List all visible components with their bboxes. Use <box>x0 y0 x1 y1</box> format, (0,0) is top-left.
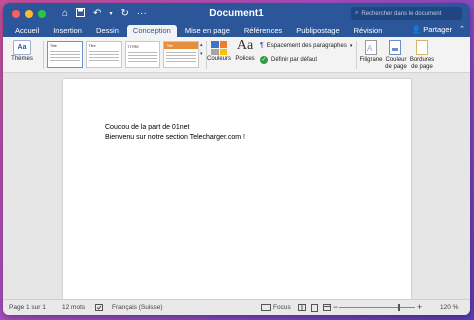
tab-revision[interactable]: Révision <box>348 25 389 37</box>
share-button[interactable]: 👤 Partager <box>412 25 452 34</box>
add-person-icon: 👤 <box>411 25 422 34</box>
fonts-button-label[interactable]: Polices <box>233 56 257 62</box>
save-icon[interactable] <box>76 7 86 20</box>
document-page[interactable]: Coucou de la part de 01net Bienvenu sur … <box>63 79 411 299</box>
style-thumb-title: Titre <box>88 44 96 48</box>
word-window: ⌂ ↶ ▾ ↻ ··· Document1 ⌕ Rechercher dans … <box>3 3 470 315</box>
web-layout-icon[interactable] <box>323 304 331 313</box>
maximize-window-button[interactable] <box>38 9 46 18</box>
page-count[interactable]: Page 1 sur 1 <box>9 304 46 311</box>
tab-dessin[interactable]: Dessin <box>90 25 125 37</box>
document-text-line[interactable]: Bienvenu sur notre section Telecharger.c… <box>105 134 245 141</box>
ribbon-divider <box>356 41 357 69</box>
focus-button[interactable]: Focus <box>273 304 291 311</box>
page-color-label-line1: Couleur <box>385 57 407 63</box>
focus-icon[interactable] <box>261 304 271 313</box>
zoom-out-icon[interactable]: − <box>333 302 338 312</box>
colors-icon[interactable] <box>211 41 227 55</box>
svg-text:A: A <box>367 44 373 53</box>
style-thumb-1[interactable]: Titre <box>47 41 83 68</box>
page-borders-label-line2: de page <box>411 63 433 70</box>
ribbon-panel: Aa Thèmes Titre Titre TITRE Titre ▴ ▾ Co… <box>3 37 470 73</box>
search-input[interactable]: ⌕ Rechercher dans le document <box>351 7 462 20</box>
tab-mise-en-page[interactable]: Mise en page <box>179 25 236 37</box>
minimize-window-button[interactable] <box>25 9 33 18</box>
chevron-down-icon: ▾ <box>349 42 353 49</box>
gallery-scroll-icon[interactable]: ▴ ▾ <box>200 41 203 59</box>
read-mode-icon[interactable] <box>298 304 306 313</box>
style-thumb-3[interactable]: TITRE <box>124 41 161 68</box>
redo-icon[interactable]: ↻ <box>120 8 128 19</box>
zoom-in-icon[interactable]: + <box>417 302 422 312</box>
tab-conception[interactable]: Conception <box>126 25 177 37</box>
title-bar: ⌂ ↶ ▾ ↻ ··· Document1 ⌕ Rechercher dans … <box>3 3 470 24</box>
document-canvas: Coucou de la part de 01net Bienvenu sur … <box>3 73 470 299</box>
more-icon[interactable]: ··· <box>137 8 147 19</box>
zoom-level[interactable]: 120 % <box>440 304 458 311</box>
zoom-slider-handle[interactable] <box>398 304 400 311</box>
home-icon[interactable]: ⌂ <box>62 8 68 19</box>
page-borders-button-label[interactable]: Bordures de page <box>407 57 437 70</box>
status-bar: Page 1 sur 1 12 mots Français (Suisse) F… <box>3 299 470 315</box>
share-label: Partager <box>423 25 452 34</box>
paragraph-spacing-label: Espacement des paragraphes <box>266 42 347 49</box>
zoom-slider[interactable] <box>339 307 415 308</box>
document-text-line[interactable]: Coucou de la part de 01net <box>105 124 189 131</box>
ribbon-divider <box>206 41 207 69</box>
style-thumb-title: Titre <box>166 44 174 48</box>
print-layout-icon[interactable] <box>311 304 318 314</box>
language-indicator[interactable]: Français (Suisse) <box>112 304 163 311</box>
themes-button-label[interactable]: Thèmes <box>6 56 38 62</box>
tab-accueil[interactable]: Accueil <box>9 25 45 37</box>
colors-button-label[interactable]: Couleurs <box>207 56 231 62</box>
proofing-icon[interactable] <box>95 304 103 313</box>
style-set-gallery: Titre Titre TITRE Titre <box>47 41 199 69</box>
page-borders-label-line1: Bordures <box>409 57 435 63</box>
close-window-button[interactable] <box>12 9 20 18</box>
word-count[interactable]: 12 mots <box>62 304 85 311</box>
quick-access-toolbar: ⌂ ↶ ▾ ↻ ··· <box>62 7 147 20</box>
ribbon-tabs: Accueil Insertion Dessin Conception Mise… <box>3 24 470 37</box>
window-controls <box>12 9 46 18</box>
page-color-label-line2: de page <box>385 63 407 70</box>
tab-publipostage[interactable]: Publipostage <box>290 25 345 37</box>
paragraph-spacing-button[interactable]: ¶ Espacement des paragraphes ▾ <box>260 42 352 49</box>
style-thumb-title: TITRE <box>127 44 140 49</box>
page-borders-icon[interactable] <box>416 40 428 55</box>
page-color-icon[interactable] <box>389 40 401 55</box>
search-placeholder: Rechercher dans le document <box>361 10 442 17</box>
watermark-button-label[interactable]: Filigrane <box>358 57 384 64</box>
page-color-button-label[interactable]: Couleur de page <box>382 57 410 70</box>
themes-icon[interactable]: Aa <box>13 40 31 55</box>
search-icon: ⌕ <box>355 10 359 16</box>
collapse-ribbon-icon[interactable]: ⌃ <box>459 25 465 33</box>
undo-icon[interactable]: ↶ <box>93 8 101 19</box>
fonts-icon[interactable]: Aa <box>236 38 254 54</box>
checkmark-icon: ✓ <box>260 56 268 64</box>
watermark-icon[interactable]: A <box>365 40 377 55</box>
paragraph-spacing-icon: ¶ <box>260 42 264 49</box>
set-as-default-label: Définir par défaut <box>271 57 318 63</box>
set-as-default-button[interactable]: ✓ Définir par défaut <box>260 56 317 64</box>
ribbon-divider <box>43 41 44 69</box>
style-thumb-4[interactable]: Titre <box>163 41 199 68</box>
style-thumb-2[interactable]: Titre <box>85 41 122 68</box>
undo-dropdown-icon[interactable]: ▾ <box>109 10 112 17</box>
tab-references[interactable]: Références <box>238 25 288 37</box>
style-thumb-title: Titre <box>50 44 57 48</box>
tab-insertion[interactable]: Insertion <box>47 25 88 37</box>
